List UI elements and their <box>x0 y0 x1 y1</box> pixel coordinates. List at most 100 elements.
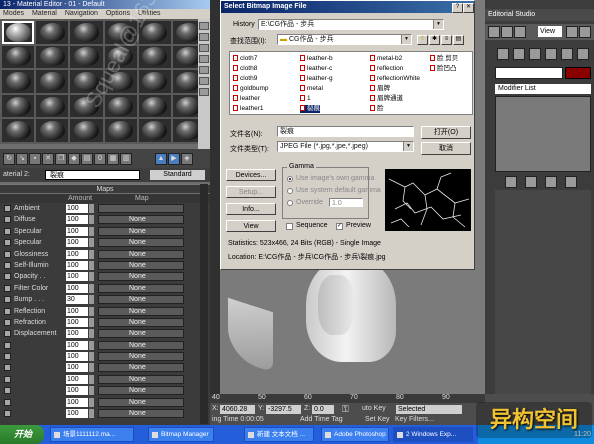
teapot-icon[interactable] <box>514 26 526 38</box>
map-slot-button[interactable]: None <box>98 272 184 282</box>
motion-tab-icon[interactable] <box>545 48 557 60</box>
map-slot-button[interactable]: None <box>98 363 184 373</box>
start-button[interactable]: 开始 <box>0 425 44 444</box>
task-bitmap-manager[interactable]: Bitmap Manager <box>148 427 214 442</box>
material-sample-slot[interactable] <box>70 70 103 93</box>
map-enable-checkbox[interactable] <box>4 216 11 224</box>
display-tab-icon[interactable] <box>561 48 573 60</box>
map-enable-checkbox[interactable] <box>4 227 11 235</box>
file-list-item[interactable]: 眉牌通道 <box>370 95 403 103</box>
map-enable-checkbox[interactable] <box>4 364 11 372</box>
file-list-item[interactable]: cloth7 <box>233 55 257 63</box>
map-amount-field[interactable]: 100 <box>66 317 88 327</box>
list-view-icon[interactable]: ≡ <box>441 35 452 45</box>
sample-type-button[interactable] <box>199 22 209 30</box>
up-folder-icon[interactable]: ⇧ <box>417 35 428 45</box>
map-amount-spinner[interactable] <box>89 272 94 282</box>
material-sample-slot[interactable] <box>2 45 35 69</box>
map-amount-field[interactable]: 100 <box>66 249 88 259</box>
map-amount-field[interactable]: 100 <box>66 272 88 282</box>
material-sample-slot[interactable] <box>104 94 137 118</box>
modifier-stack[interactable] <box>495 96 591 172</box>
map-amount-spinner[interactable] <box>89 409 94 419</box>
x-coordinate-field[interactable]: 4060.28 <box>220 405 255 414</box>
map-amount-field[interactable]: 100 <box>66 386 88 396</box>
map-enable-checkbox[interactable] <box>4 318 11 326</box>
file-list-item[interactable]: 1 <box>300 95 311 103</box>
task-scene-file[interactable]: 场景1111112.ma... <box>50 427 134 442</box>
material-sample-slot[interactable] <box>2 119 35 142</box>
map-amount-spinner[interactable] <box>89 329 94 339</box>
material-sample-slot[interactable] <box>36 94 69 118</box>
map-enable-checkbox[interactable] <box>4 353 11 361</box>
put-to-library-icon[interactable]: ▤ <box>81 153 93 165</box>
map-slot-button[interactable] <box>98 204 184 213</box>
map-amount-field[interactable]: 30 <box>66 295 88 305</box>
task-windows-explorer[interactable]: 2 Windows Exp... <box>393 427 473 442</box>
map-amount-spinner[interactable] <box>89 260 94 270</box>
info-button[interactable]: Info... <box>226 203 276 215</box>
map-amount-spinner[interactable] <box>89 215 94 225</box>
material-sample-slot[interactable] <box>36 70 69 93</box>
file-list-item[interactable]: reflectionWhite <box>370 75 420 83</box>
reset-map-icon[interactable]: ✕ <box>42 153 54 165</box>
map-slot-button[interactable]: None <box>98 260 184 270</box>
map-amount-spinner[interactable] <box>89 204 94 213</box>
render-last-icon[interactable] <box>579 26 591 38</box>
view-button[interactable]: View <box>226 220 276 232</box>
material-sample-slot[interactable] <box>2 70 35 93</box>
copy-material-icon[interactable]: ❐ <box>55 153 67 165</box>
map-slot-button[interactable]: None <box>98 306 184 316</box>
gamma-override-value[interactable]: 1.0 <box>329 198 363 207</box>
create-tab-icon[interactable] <box>497 48 509 60</box>
assign-material-icon[interactable]: ▪ <box>29 153 41 165</box>
map-amount-spinner[interactable] <box>89 283 94 293</box>
file-list-item[interactable]: leather-c <box>300 65 332 73</box>
file-list-item[interactable]: 脸凹凸 <box>430 65 457 73</box>
map-amount-field[interactable]: 100 <box>66 374 88 384</box>
y-coordinate-field[interactable]: -3297.5 <box>266 405 301 414</box>
z-coordinate-field[interactable]: 0.0 <box>312 405 334 414</box>
material-sample-slot[interactable] <box>70 119 103 142</box>
map-enable-checkbox[interactable] <box>4 273 11 281</box>
material-sample-slot[interactable] <box>36 119 69 142</box>
map-amount-spinner[interactable] <box>89 352 94 362</box>
material-type-button[interactable]: Standard <box>150 170 205 180</box>
background-button[interactable] <box>199 44 209 52</box>
material-sample-slot[interactable] <box>36 45 69 69</box>
render-scene-icon[interactable] <box>566 26 578 38</box>
map-amount-spinner[interactable] <box>89 295 94 305</box>
video-check-button[interactable] <box>199 66 209 74</box>
key-icon[interactable]: ⚿ <box>342 404 349 415</box>
map-enable-checkbox[interactable] <box>4 341 11 349</box>
show-end-result-icon[interactable]: ▥ <box>120 153 132 165</box>
map-amount-spinner[interactable] <box>89 340 94 350</box>
modify-tab-icon[interactable] <box>513 48 525 60</box>
make-unique-icon[interactable]: ◆ <box>68 153 80 165</box>
material-sample-slot[interactable] <box>2 21 35 44</box>
map-amount-field[interactable]: 100 <box>66 260 88 270</box>
material-sample-slot[interactable] <box>138 94 171 118</box>
map-amount-spinner[interactable] <box>89 249 94 259</box>
file-name-input[interactable]: 裂痕 <box>277 126 414 137</box>
chevron-down-icon[interactable]: ▼ <box>433 20 443 29</box>
menu-material[interactable]: Material <box>32 10 57 17</box>
map-slot-button[interactable]: None <box>98 386 184 396</box>
gamma-own-radio[interactable] <box>287 176 293 182</box>
get-material-icon[interactable]: ↻ <box>3 153 15 165</box>
backlight-button[interactable] <box>199 33 209 41</box>
material-sample-slot[interactable] <box>138 45 171 69</box>
material-sample-slot[interactable] <box>104 70 137 93</box>
help-icon[interactable]: ? <box>452 3 463 13</box>
map-slot-button[interactable]: None <box>98 317 184 327</box>
make-preview-button[interactable] <box>199 77 209 85</box>
setup-button[interactable]: Setup... <box>226 186 276 198</box>
utilities-tab-icon[interactable] <box>577 48 589 60</box>
cancel-button[interactable]: 取消 <box>421 142 471 155</box>
remove-modifier-icon[interactable] <box>565 176 577 188</box>
map-enable-checkbox[interactable] <box>4 261 11 269</box>
task-text-document[interactable]: 新建 文本文档 ... <box>244 427 314 442</box>
file-list-item[interactable]: leather1 <box>233 105 264 113</box>
map-slot-button[interactable]: None <box>98 409 184 419</box>
gamma-override-radio[interactable] <box>287 200 293 206</box>
